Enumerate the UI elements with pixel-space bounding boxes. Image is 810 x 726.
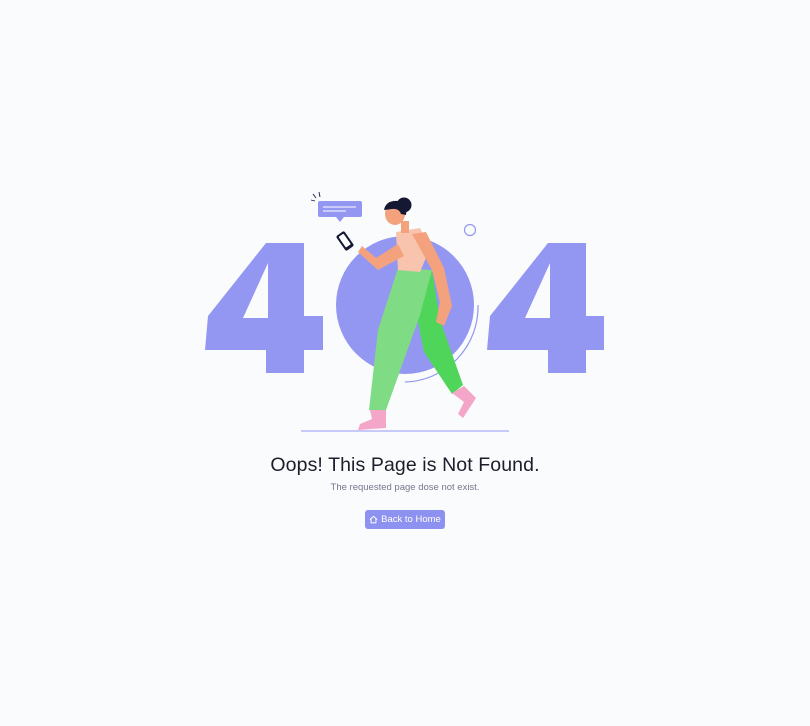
digit-four-left [205,243,323,373]
back-to-home-button[interactable]: Back to Home [365,510,445,529]
chat-bubble-icon [310,191,362,222]
page-subtitle: The requested page dose not exist. [330,482,480,493]
home-icon [369,515,378,524]
digit-four-right [487,243,604,373]
decorative-ring [463,223,477,237]
page-title: Oops! This Page is Not Found. [270,454,540,476]
error-page: Oops! This Page is Not Found. The reques… [0,0,810,726]
back-to-home-label: Back to Home [381,514,441,525]
404-illustration [205,191,604,432]
